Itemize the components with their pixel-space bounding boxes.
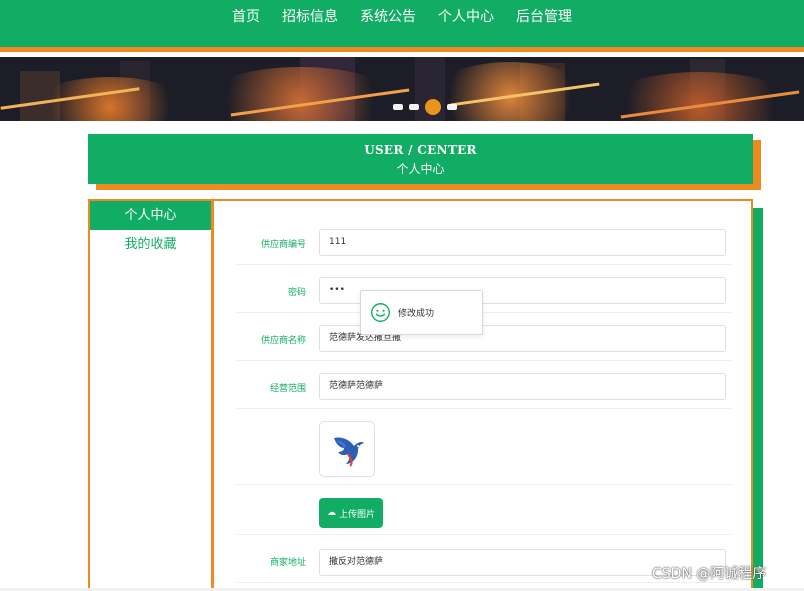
business-scope-label: 经营范围 — [269, 384, 306, 394]
form-row-upload: ☁ 上传图片 — [236, 485, 732, 535]
password-label: 密码 — [287, 288, 306, 298]
watermark: CSDN @阿诚程序 — [652, 566, 767, 582]
carousel-dot[interactable] — [409, 104, 419, 110]
banner-carousel[interactable] — [0, 57, 804, 121]
nav-home[interactable]: 首页 — [232, 6, 260, 26]
smile-icon — [371, 303, 390, 322]
upload-image-label: 上传图片 — [338, 509, 375, 520]
success-toast: 修改成功 — [360, 290, 483, 335]
form-row-supplier-name: 供应商名称 范德萨发达撒旦撒 — [236, 313, 732, 361]
uploaded-image-thumbnail[interactable] — [319, 421, 375, 477]
business-scope-input[interactable]: 范德萨范德萨 — [319, 373, 726, 400]
panel-edge-decoration — [752, 208, 763, 591]
profile-form-panel: 供应商编号 111 密码 ••• 供应商名称 范德萨发达撒旦撒 经营范围 范德萨… — [212, 199, 753, 591]
supplier-name-label: 供应商名称 — [260, 336, 306, 346]
carousel-dots — [390, 99, 460, 115]
form-row-business-scope: 经营范围 范德萨范德萨 — [236, 361, 732, 409]
top-nav: 首页 招标信息 系统公告 个人中心 后台管理 — [0, 0, 804, 52]
carousel-dot[interactable] — [447, 104, 457, 110]
toast-message: 修改成功 — [398, 309, 435, 319]
bird-logo-icon — [334, 437, 364, 467]
cloud-upload-icon: ☁ — [326, 508, 336, 518]
nav-personal-center[interactable]: 个人中心 — [438, 6, 494, 26]
form-row-image — [236, 409, 732, 485]
supplier-no-label: 供应商编号 — [260, 240, 306, 250]
section-title-en: USER / CENTER — [364, 143, 477, 157]
form-row-password: 密码 ••• — [236, 265, 732, 313]
sidebar-item-favorites[interactable]: 我的收藏 — [90, 230, 211, 259]
upload-image-button[interactable]: ☁ 上传图片 — [319, 498, 383, 528]
sidebar: 个人中心 我的收藏 — [88, 199, 213, 591]
nav-announcements[interactable]: 系统公告 — [360, 6, 416, 26]
form-row-supplier-no: 供应商编号 111 — [236, 225, 732, 265]
section-header: USER / CENTER 个人中心 — [88, 134, 753, 184]
address-label: 商家地址 — [269, 558, 306, 568]
section-title-cn: 个人中心 — [396, 162, 445, 176]
nav-admin[interactable]: 后台管理 — [516, 6, 572, 26]
carousel-dot[interactable] — [393, 104, 403, 110]
supplier-no-input[interactable]: 111 — [319, 229, 726, 256]
sidebar-item-personal-center[interactable]: 个人中心 — [90, 201, 211, 230]
nav-bidding-info[interactable]: 招标信息 — [282, 6, 338, 26]
carousel-dot-active[interactable] — [425, 99, 441, 115]
